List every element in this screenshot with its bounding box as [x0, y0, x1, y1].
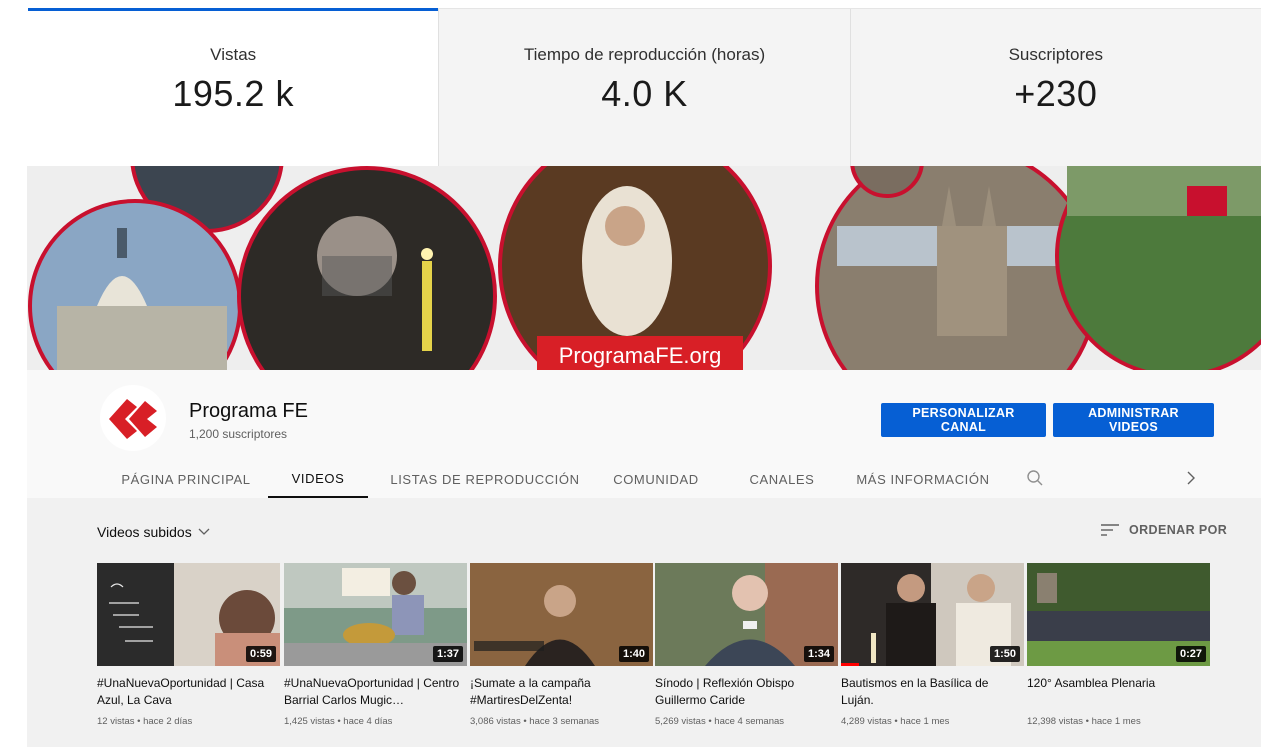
video-card[interactable]: 1:37 #UnaNuevaOportunidad | Centro Barri… [284, 563, 467, 727]
video-duration: 1:34 [803, 646, 834, 662]
video-meta: 12,398 vistas • hace 1 mes [1027, 716, 1141, 727]
stat-value: +230 [1014, 73, 1098, 114]
video-duration: 0:59 [245, 646, 276, 662]
video-thumbnail[interactable]: 0:59 [97, 563, 280, 666]
customize-channel-button[interactable]: PERSONALIZAR CANAL [881, 403, 1046, 437]
tab-videos[interactable]: VIDEOS [268, 460, 368, 498]
stat-label: Vistas [210, 45, 257, 64]
video-title[interactable]: ¡Sumate a la campaña #MartiresDelZenta! [470, 675, 653, 709]
search-icon[interactable] [1026, 469, 1044, 492]
video-title[interactable]: Bautismos en la Basílica de Luján. [841, 675, 1024, 709]
video-thumbnail[interactable]: 1:50 [841, 563, 1024, 666]
banner-artwork: ProgramaFE.org [27, 166, 1261, 370]
channel-subscriber-count: 1,200 suscriptores [189, 427, 288, 441]
stat-views[interactable]: Vistas 195.2 k [28, 8, 440, 166]
video-card[interactable]: 0:59 #UnaNuevaOportunidad | Casa Azul, L… [97, 563, 280, 727]
watch-progress-bar [841, 663, 859, 666]
chevron-right-icon[interactable] [1184, 470, 1198, 491]
section-title: Videos subidos [97, 524, 192, 540]
sort-label: ORDENAR POR [1129, 523, 1228, 537]
video-title[interactable]: #UnaNuevaOportunidad | Centro Barrial Ca… [284, 675, 467, 709]
video-card[interactable]: 1:34 Sínodo | Reflexión Obispo Guillermo… [655, 563, 838, 727]
video-thumbnail[interactable]: 0:27 [1027, 563, 1210, 666]
uploads-dropdown[interactable]: Videos subidos [97, 524, 210, 540]
stat-value: 4.0 K [601, 73, 688, 114]
tab-about[interactable]: MÁS INFORMACIÓN [848, 460, 998, 498]
video-duration: 1:37 [432, 646, 463, 662]
stat-label: Suscriptores [1008, 45, 1104, 64]
video-meta: 4,289 vistas • hace 1 mes [841, 716, 950, 727]
video-card[interactable]: 1:40 ¡Sumate a la campaña #MartiresDelZe… [470, 563, 653, 727]
video-meta: 3,086 vistas • hace 3 semanas [470, 716, 600, 727]
video-thumbnail[interactable]: 1:40 [470, 563, 653, 666]
video-title[interactable]: Sínodo | Reflexión Obispo Guillermo Cari… [655, 675, 838, 709]
channel-header: Programa FE 1,200 suscriptores PERSONALI… [27, 370, 1261, 498]
video-thumbnail[interactable]: 1:34 [655, 563, 838, 666]
stat-subscribers[interactable]: Suscriptores +230 [850, 9, 1261, 166]
channel-logo[interactable] [100, 385, 166, 451]
video-meta: 1,425 vistas • hace 4 días [284, 716, 393, 727]
stat-watch-time[interactable]: Tiempo de reproducción (horas) 4.0 K [439, 9, 851, 166]
tab-playlists[interactable]: LISTAS DE REPRODUCCIÓN [390, 460, 580, 498]
video-title[interactable]: #UnaNuevaOportunidad | Casa Azul, La Cav… [97, 675, 280, 709]
video-duration: 0:27 [1175, 646, 1206, 662]
video-meta: 12 vistas • hace 2 días [97, 716, 193, 727]
banner-url-text: ProgramaFE.org [559, 343, 722, 368]
stat-value: 195.2 k [172, 73, 294, 114]
video-duration: 1:50 [989, 646, 1020, 662]
sort-by-button[interactable]: ORDENAR POR [1101, 523, 1227, 537]
stat-label: Tiempo de reproducción (horas) [523, 45, 766, 64]
tab-community[interactable]: COMUNIDAD [600, 460, 712, 498]
video-duration: 1:40 [618, 646, 649, 662]
video-title[interactable]: 120° Asamblea Plenaria [1027, 675, 1210, 709]
analytics-stats: Vistas 195.2 k Tiempo de reproducción (h… [28, 8, 1261, 166]
video-thumbnail[interactable]: 1:37 [284, 563, 467, 666]
tab-home[interactable]: PÁGINA PRINCIPAL [100, 460, 272, 498]
video-card[interactable]: 0:27 120° Asamblea Plenaria 12,398 vista… [1027, 563, 1210, 727]
channel-banner: ProgramaFE.org [27, 166, 1261, 370]
sort-icon [1101, 524, 1119, 536]
video-card[interactable]: 1:50 Bautismos en la Basílica de Luján. … [841, 563, 1024, 727]
tab-channels[interactable]: CANALES [732, 460, 832, 498]
channel-tabs: PÁGINA PRINCIPAL VIDEOS LISTAS DE REPROD… [100, 460, 1220, 498]
chevron-down-icon [198, 528, 210, 535]
videos-section: Videos subidos ORDENAR POR 0:59 #UnaNuev… [27, 498, 1261, 747]
channel-name: Programa FE [189, 400, 308, 422]
programa-fe-logo-icon [109, 399, 157, 439]
manage-videos-button[interactable]: ADMINISTRAR VIDEOS [1053, 403, 1214, 437]
video-meta: 5,269 vistas • hace 4 semanas [655, 716, 785, 727]
